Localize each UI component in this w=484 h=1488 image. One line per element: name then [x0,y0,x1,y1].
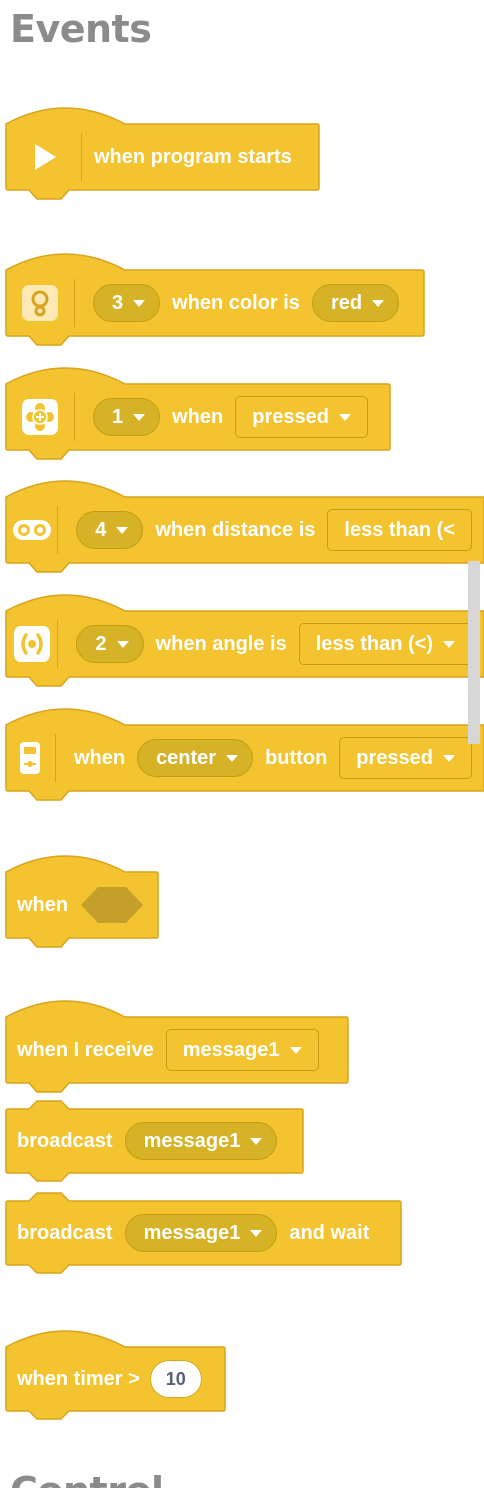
chevron-down-icon [133,413,146,421]
boolean-slot[interactable] [80,886,144,924]
port-dropdown[interactable]: 1 [93,398,161,436]
timer-value-input[interactable]: 10 [149,1360,202,1398]
block-label: when I receive [17,1038,154,1061]
block-label: broadcast [17,1221,113,1244]
block-label: when [17,893,69,916]
color-value: red [330,291,363,314]
block-suffix-label: and wait [289,1221,370,1244]
block-label-button: button [265,746,328,769]
port-value: 3 [112,291,124,314]
block-label: when color is [172,291,300,314]
comparison-dropdown[interactable]: less than (<) [298,623,472,665]
message-value: message1 [182,1038,280,1061]
message-dropdown[interactable]: message1 [124,1122,278,1160]
port-dropdown[interactable]: 4 [76,511,144,549]
state-dropdown[interactable]: pressed [339,737,472,779]
block-label-when: when [73,746,126,769]
button-dropdown[interactable]: center [137,739,254,777]
button-value: center [156,746,217,769]
color-sensor-icon [22,285,58,321]
chevron-down-icon [372,299,385,307]
distance-sensor-icon [5,497,59,563]
port-dropdown[interactable]: 2 [76,625,144,663]
port-dropdown[interactable]: 3 [93,284,161,322]
events-palette: Events when program starts 3 when color … [0,0,484,1488]
play-icon [5,124,82,190]
message-dropdown[interactable]: message1 [124,1214,278,1252]
when-angle-is-block[interactable]: 2 when angle is less than (<) [5,594,484,687]
chevron-down-icon [250,1137,263,1145]
block-label: broadcast [17,1129,113,1152]
state-dropdown[interactable]: pressed [235,396,368,438]
when-color-is-block[interactable]: 3 when color is red [5,253,429,346]
force-sensor-icon [22,399,58,435]
chevron-down-icon [443,754,455,762]
category-title: Events [10,7,152,51]
port-value: 1 [112,405,124,428]
scrollbar-thumb[interactable] [468,561,480,744]
chevron-down-icon [250,1229,263,1237]
comparison-value: less than (<) [315,632,433,655]
chevron-down-icon [226,754,239,762]
port-value: 2 [95,632,107,655]
when-condition-block[interactable]: when [5,855,165,948]
port-value: 4 [95,518,107,541]
block-label: when timer > [17,1367,140,1390]
chevron-down-icon [338,413,351,421]
when-distance-is-block[interactable]: 4 when distance is less than (< [5,480,484,573]
block-label: when [172,405,224,428]
chevron-down-icon [443,640,455,648]
hub-icon [5,725,56,791]
message-value: message1 [143,1221,241,1244]
chevron-down-icon [116,640,129,648]
block-label: when angle is [155,632,287,655]
when-timer-block[interactable]: when timer > 10 [5,1330,235,1420]
gyro-sensor-icon [13,626,50,662]
message-dropdown[interactable]: message1 [165,1029,319,1071]
when-hub-button-block[interactable]: when center button pressed [5,708,484,801]
state-value: pressed [252,405,329,428]
color-dropdown[interactable]: red [311,284,400,322]
comparison-value: less than (< [344,518,455,541]
chevron-down-icon [289,1046,302,1054]
when-i-receive-block[interactable]: when I receive message1 [5,1000,355,1093]
broadcast-block[interactable]: broadcast message1 [5,1100,310,1182]
chevron-down-icon [133,299,146,307]
next-category-title: Control [10,1472,164,1488]
comparison-dropdown[interactable]: less than (< [327,509,472,551]
broadcast-and-wait-block[interactable]: broadcast message1 and wait [5,1192,405,1274]
message-value: message1 [143,1129,241,1152]
chevron-down-icon [116,526,129,534]
when-program-starts-block[interactable]: when program starts [5,107,325,200]
block-label: when program starts [94,145,292,168]
when-force-sensor-block[interactable]: 1 when pressed [5,367,395,460]
state-value: pressed [356,746,433,769]
block-label: when distance is [155,518,316,541]
